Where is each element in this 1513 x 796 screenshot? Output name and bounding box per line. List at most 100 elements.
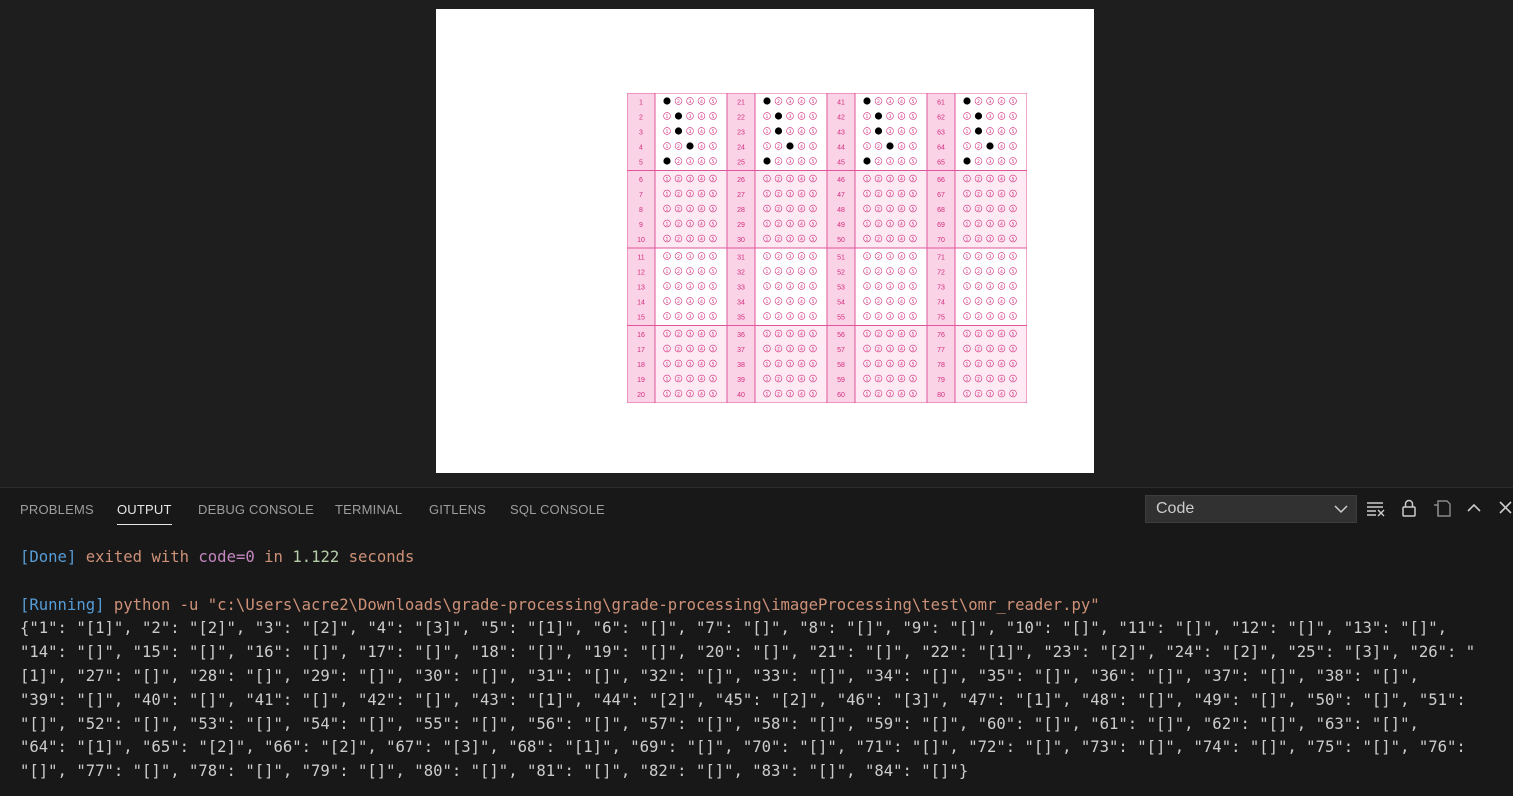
bubble-number: 5 [912, 299, 915, 305]
question-number: 26 [737, 177, 745, 184]
bubble-number: 4 [900, 314, 903, 320]
tab-debug-console[interactable]: DEBUG CONSOLE [198, 502, 314, 517]
bubble-number: 2 [877, 392, 880, 398]
running-command: python -u "c:\Users\acre2\Downloads\grad… [104, 595, 1100, 614]
bubble-number: 2 [777, 299, 780, 305]
lock-icon[interactable] [1399, 498, 1419, 518]
bubble-number: 3 [789, 99, 792, 105]
bubble-number: 4 [900, 347, 903, 353]
bubble-number: 5 [812, 177, 815, 183]
bubble-number: 2 [877, 222, 880, 228]
omr-answer-sheet: 1 2 3 4 52 1 3 4 53 1 3 4 54 1 2 4 55 2 3 4 56 1 2 3 4 57 1 2 3 4 58 1 2… [627, 93, 1027, 403]
bubble-number: 1 [966, 144, 969, 150]
bubble-number: 2 [677, 269, 680, 275]
bubble-number: 1 [666, 362, 669, 368]
bubble-number: 3 [989, 299, 992, 305]
json-line: "[]", "77": "[]", "78": "[]", "79": "[]"… [20, 762, 969, 781]
question-number: 70 [937, 237, 945, 244]
question-number: 66 [937, 177, 945, 184]
question-number: 58 [837, 362, 845, 369]
bubble-number: 3 [689, 314, 692, 320]
question-number: 46 [837, 177, 845, 184]
tab-terminal[interactable]: TERMINAL [335, 502, 402, 517]
bubble-number: 2 [977, 392, 980, 398]
bubble-number: 3 [689, 99, 692, 105]
bubble-number: 5 [712, 254, 715, 260]
question-number: 30 [737, 237, 745, 244]
question-number: 75 [937, 315, 945, 322]
question-number: 72 [937, 270, 945, 277]
bubble-number: 3 [889, 159, 892, 165]
question-number: 51 [837, 255, 845, 262]
bubble-number: 4 [1000, 377, 1003, 383]
bubble-number: 5 [1012, 159, 1015, 165]
seconds-label: seconds [339, 548, 415, 566]
filled-bubble [886, 142, 894, 150]
output-channel-select[interactable]: Code [1145, 495, 1357, 523]
done-text: exited with [76, 548, 199, 566]
open-in-editor-icon[interactable] [1432, 498, 1452, 518]
tab-gitlens[interactable]: GITLENS [429, 502, 486, 517]
bubble-number: 3 [889, 99, 892, 105]
bubble-number: 1 [866, 144, 869, 150]
bubble-number: 4 [800, 237, 803, 243]
question-number: 8 [639, 207, 643, 214]
close-icon[interactable] [1496, 498, 1513, 518]
bubble-number: 2 [777, 254, 780, 260]
tab-output[interactable]: OUTPUT [117, 502, 172, 525]
filled-bubble [674, 127, 683, 135]
bubble-number: 4 [1000, 114, 1003, 120]
bubble-number: 3 [989, 99, 992, 105]
bubble-number: 3 [689, 129, 692, 135]
bubble-number: 1 [866, 222, 869, 228]
bubble-number: 1 [966, 129, 969, 135]
filled-bubble [763, 157, 771, 165]
bubble-number: 2 [977, 377, 980, 383]
bubble-number: 3 [989, 347, 992, 353]
question-number: 63 [937, 130, 945, 137]
tab-sql-console[interactable]: SQL CONSOLE [510, 502, 605, 517]
clear-output-icon[interactable] [1366, 498, 1386, 518]
bubble-number: 4 [1000, 332, 1003, 338]
question-number: 80 [937, 392, 945, 399]
bubble-number: 3 [889, 332, 892, 338]
bubble-number: 1 [866, 284, 869, 290]
bubble-number: 2 [977, 332, 980, 338]
bubble-number: 3 [889, 314, 892, 320]
bubble-number: 5 [812, 207, 815, 213]
bubble-number: 1 [766, 207, 769, 213]
output-channel-value: Code [1156, 500, 1195, 517]
bubble-number: 1 [966, 269, 969, 275]
bubble-number: 5 [912, 129, 915, 135]
filled-bubble [774, 127, 783, 135]
bubble-number: 4 [900, 192, 903, 198]
bubble-number: 5 [912, 237, 915, 243]
bubble-number: 2 [777, 237, 780, 243]
bottom-panel: PROBLEMS OUTPUT DEBUG CONSOLE TERMINAL G… [0, 487, 1513, 796]
question-number: 24 [737, 145, 745, 152]
bubble-number: 5 [912, 254, 915, 260]
bubble-number: 2 [977, 144, 980, 150]
chevron-up-icon[interactable] [1464, 498, 1484, 518]
tab-problems[interactable]: PROBLEMS [20, 502, 94, 517]
bubble-number: 3 [889, 114, 892, 120]
question-number: 18 [637, 362, 645, 369]
bubble-number: 2 [877, 207, 880, 213]
bubble-number: 4 [700, 129, 703, 135]
question-number: 35 [737, 315, 745, 322]
bubble-number: 5 [1012, 99, 1015, 105]
bubble-number: 1 [966, 222, 969, 228]
bubble-number: 5 [1012, 207, 1015, 213]
bubble-number: 3 [789, 284, 792, 290]
json-line: {"1": "[1]", "2": "[2]", "3": "[2]", "4"… [20, 619, 1448, 638]
bubble-number: 2 [877, 362, 880, 368]
bubble-number: 1 [866, 392, 869, 398]
bubble-number: 5 [712, 129, 715, 135]
bubble-number: 4 [1000, 347, 1003, 353]
bubble-number: 4 [800, 177, 803, 183]
bubble-number: 3 [789, 392, 792, 398]
bubble-number: 5 [712, 177, 715, 183]
bubble-number: 4 [800, 332, 803, 338]
bubble-number: 2 [777, 177, 780, 183]
question-number: 64 [937, 145, 945, 152]
